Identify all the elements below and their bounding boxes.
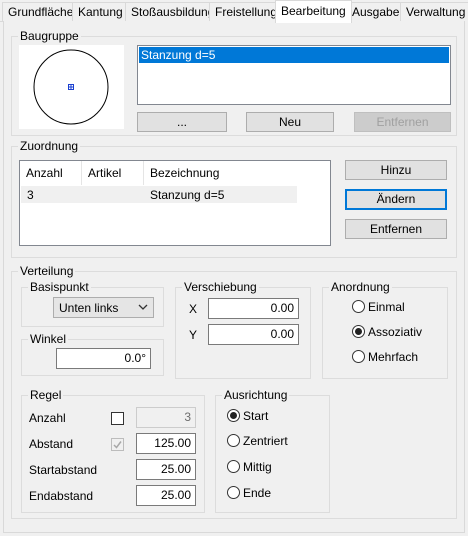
radio-ende[interactable] — [227, 486, 240, 499]
y-input[interactable]: 0.00 — [208, 324, 299, 345]
remove-zuordnung-button[interactable]: Entfernen — [345, 219, 447, 239]
einmal-label: Einmal — [368, 300, 405, 314]
tab-ausgabe[interactable]: Ausgabe — [346, 2, 406, 22]
baugruppe-title: Baugruppe — [18, 29, 81, 43]
chevron-down-icon — [138, 304, 148, 310]
radio-mehrfach[interactable] — [352, 350, 365, 363]
tab-verwaltung[interactable]: Verwaltung — [400, 2, 468, 22]
anzahl-label: Anzahl — [29, 411, 66, 425]
y-label: Y — [189, 328, 198, 342]
cell-bezeichnung: Stanzung d=5 — [150, 188, 225, 202]
ausrichtung-title: Ausrichtung — [222, 388, 290, 402]
endabstand-label: Endabstand — [29, 489, 94, 503]
anzahl-input[interactable]: 3 — [136, 407, 196, 428]
basispunkt-value: Unten links — [59, 301, 119, 315]
winkel-input[interactable]: 0.0° — [56, 348, 151, 369]
column-header-bezeichnung[interactable]: Bezeichnung — [144, 161, 297, 185]
cell-anzahl: 3 — [27, 188, 34, 202]
radio-mittig[interactable] — [227, 460, 240, 473]
add-button[interactable]: Hinzu — [345, 160, 447, 180]
anzahl-checkbox[interactable] — [111, 412, 124, 425]
punch-preview-icon — [33, 49, 109, 125]
regel-title: Regel — [28, 388, 64, 402]
winkel-title: Winkel — [28, 332, 69, 346]
zuordnung-title: Zuordnung — [18, 139, 81, 153]
check-icon — [113, 441, 122, 449]
endabstand-input[interactable]: 25.00 — [136, 485, 196, 506]
zentriert-label: Zentriert — [243, 434, 288, 448]
x-input[interactable]: 0.00 — [208, 298, 299, 319]
radio-start[interactable] — [227, 409, 240, 422]
mehrfach-label: Mehrfach — [368, 350, 419, 364]
tab-stossausbildung[interactable]: Stoßausbildung — [125, 2, 221, 22]
basispunkt-select[interactable]: Unten links — [53, 297, 154, 318]
change-button[interactable]: Ändern — [345, 189, 447, 210]
radio-einmal[interactable] — [352, 300, 365, 313]
tab-kantung[interactable]: Kantung — [72, 2, 129, 22]
baugruppe-list[interactable]: Stanzung d=5 — [137, 45, 451, 105]
table-row[interactable]: 3 Stanzung d=5 — [21, 186, 297, 203]
tab-freistellung[interactable]: Freistellung — [209, 2, 284, 22]
abstand-checkbox[interactable] — [111, 438, 124, 451]
verschiebung-title: Verschiebung — [182, 280, 259, 294]
column-header-artikel[interactable]: Artikel — [82, 161, 144, 185]
radio-zentriert[interactable] — [227, 434, 240, 447]
tab-bar: Grundfläche Kantung Stoßausbildung Freis… — [0, 0, 468, 23]
abstand-input[interactable]: 125.00 — [136, 433, 196, 454]
verteilung-title: Verteilung — [18, 264, 76, 278]
new-button[interactable]: Neu — [246, 112, 334, 132]
baugruppe-preview — [19, 45, 124, 129]
assoziativ-label: Assoziativ — [368, 325, 423, 339]
tab-bearbeitung[interactable]: Bearbeitung — [275, 0, 352, 23]
anordnung-title: Anordnung — [329, 280, 392, 294]
x-label: X — [189, 302, 198, 316]
column-header-anzahl[interactable]: Anzahl — [20, 161, 82, 185]
radio-assoziativ[interactable] — [352, 325, 365, 338]
start-label: Start — [243, 409, 269, 423]
abstand-label: Abstand — [29, 437, 74, 451]
mittig-label: Mittig — [243, 460, 272, 474]
ende-label: Ende — [243, 486, 272, 500]
startabstand-label: Startabstand — [29, 463, 98, 477]
tab-grundflaeche[interactable]: Grundfläche — [2, 2, 80, 22]
startabstand-input[interactable]: 25.00 — [136, 459, 196, 480]
basispunkt-title: Basispunkt — [28, 280, 91, 294]
baugruppe-list-item[interactable]: Stanzung d=5 — [139, 47, 449, 63]
remove-baugruppe-button[interactable]: Entfernen — [354, 112, 451, 132]
browse-button[interactable]: ... — [137, 112, 227, 132]
zuordnung-table[interactable]: Anzahl Artikel Bezeichnung 3 Stanzung d=… — [19, 160, 331, 246]
